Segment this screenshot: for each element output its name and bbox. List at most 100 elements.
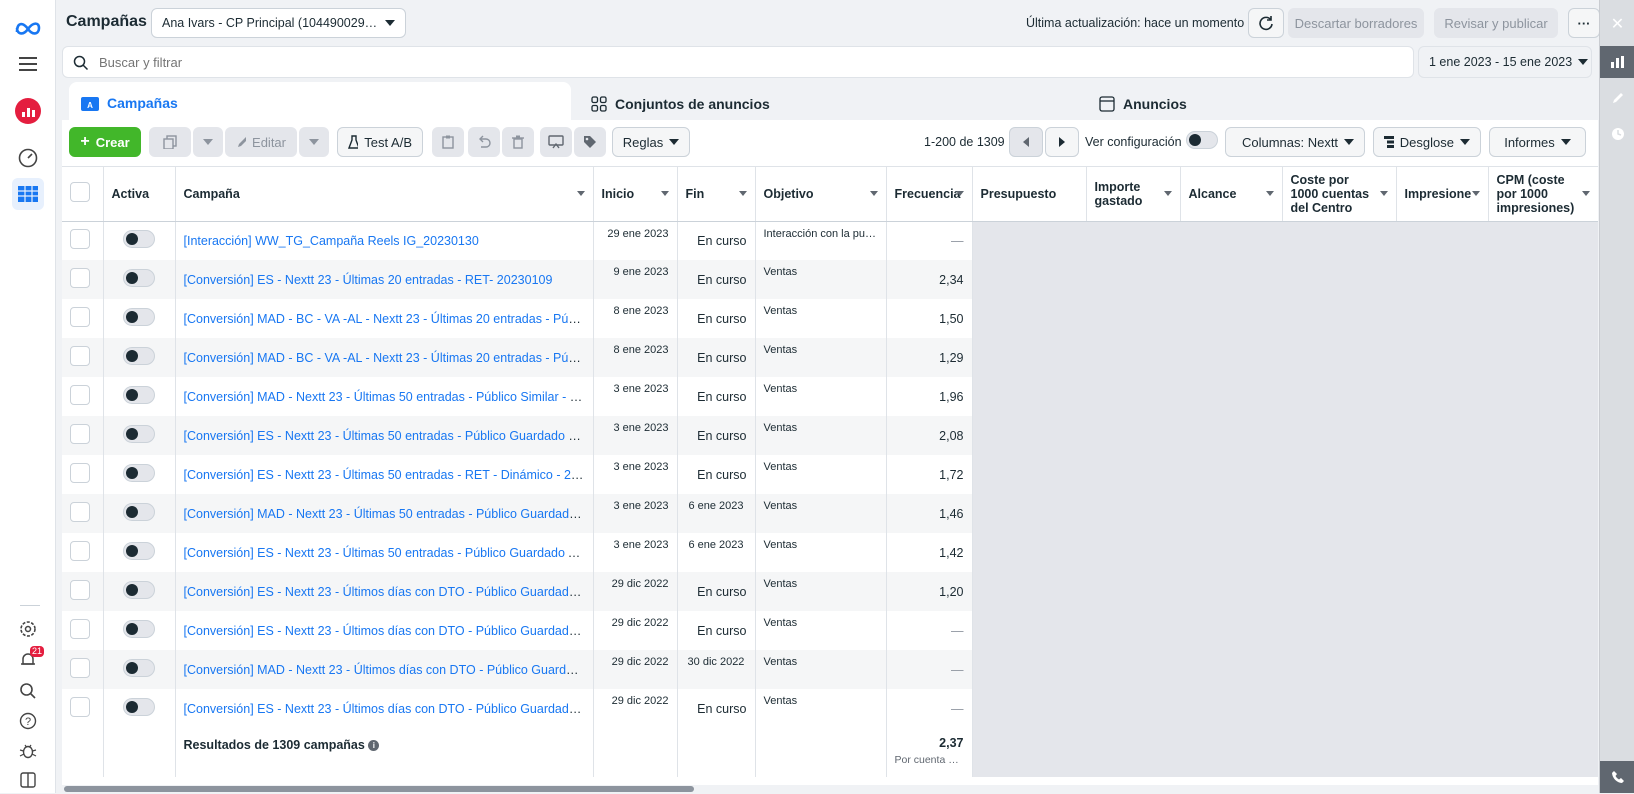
row-checkbox[interactable] [70,541,90,561]
row-checkbox[interactable] [70,307,90,327]
campaign-name-cell[interactable]: [Conversión] MAD - Nextt 23 - Últimas 50… [175,377,594,416]
row-select-cell[interactable] [62,260,104,299]
edit-button[interactable]: Editar [225,127,297,157]
col-start[interactable]: Inicio [593,167,678,222]
campaign-name-link[interactable]: [Conversión] ES - Nextt 23 - Últimas 50 … [184,468,593,482]
row-select-cell[interactable] [62,689,104,728]
row-select-cell[interactable] [62,455,104,494]
select-all-checkbox[interactable] [70,182,90,203]
campaign-name-cell[interactable]: [Conversión] ES - Nextt 23 - Últimas 50 … [175,533,594,572]
row-active-cell[interactable] [103,689,176,728]
row-checkbox[interactable] [70,424,90,444]
row-checkbox[interactable] [70,697,90,717]
active-toggle[interactable] [123,425,155,443]
bug-report-icon[interactable] [14,737,42,765]
select-all-header[interactable] [62,167,104,222]
edit-menu-button[interactable] [299,127,329,157]
columns-button[interactable]: Columnas: Nextt [1225,127,1365,157]
campaign-name-cell[interactable]: [Conversión] MAD - Nextt 23 - Últimos dí… [175,650,594,689]
row-checkbox[interactable] [70,268,90,288]
active-toggle[interactable] [123,581,155,599]
col-active[interactable]: Activa [103,167,176,222]
row-active-cell[interactable] [103,455,176,494]
sort-arrow-icon[interactable] [1265,191,1274,196]
campaign-name-cell[interactable]: [Conversión] MAD - BC - VA -AL - Nextt 2… [175,299,594,338]
row-checkbox[interactable] [70,385,90,405]
campaign-name-link[interactable]: [Conversión] ES - Nextt 23 - Últimos día… [184,624,593,638]
delete-button[interactable] [502,127,534,157]
meta-logo[interactable] [14,14,42,42]
date-range-picker[interactable]: 1 ene 2023 - 15 ene 2023 [1418,46,1592,78]
row-select-cell[interactable] [62,377,104,416]
active-toggle[interactable] [123,503,155,521]
row-checkbox[interactable] [70,658,90,678]
row-active-cell[interactable] [103,299,176,338]
undo-button[interactable] [468,127,500,157]
review-publish-button[interactable]: Revisar y publicar [1434,8,1558,38]
search-filter-bar[interactable] [62,46,1414,78]
account-selector[interactable]: Ana Ivars - CP Principal (1044900299... [151,8,406,38]
col-frequency[interactable]: Frecuencia [886,167,973,222]
sort-arrow-icon[interactable] [576,191,585,196]
campaign-name-cell[interactable]: [Conversión] MAD - Nextt 23 - Últimas 50… [175,494,594,533]
row-select-cell[interactable] [62,299,104,338]
tags-button[interactable] [574,127,606,157]
horizontal-scrollbar-track[interactable] [62,785,1598,793]
campaign-name-link[interactable]: [Conversión] ES - Nextt 23 - Últimos día… [184,585,593,599]
col-campaign[interactable]: Campaña [175,167,594,222]
campaign-name-cell[interactable]: [Conversión] ES - Nextt 23 - Últimos día… [175,572,594,611]
active-toggle[interactable] [123,386,155,404]
breakdown-button[interactable]: Desglose [1373,127,1481,157]
sort-arrow-icon[interactable] [660,191,669,196]
sort-arrow-icon[interactable] [1471,191,1480,196]
row-checkbox[interactable] [70,463,90,483]
edit-pencil-icon[interactable] [1600,82,1634,114]
row-select-cell[interactable] [62,338,104,377]
row-active-cell[interactable] [103,221,176,260]
row-active-cell[interactable] [103,377,176,416]
ab-test-button[interactable]: Test A/B [337,127,423,157]
row-active-cell[interactable] [103,533,176,572]
row-checkbox[interactable] [70,229,90,250]
dashboard-gauge-icon[interactable] [14,144,42,172]
row-active-cell[interactable] [103,260,176,299]
duplicate-button[interactable] [149,127,191,157]
tab-adsets[interactable]: Conjuntos de anuncios [579,84,1079,124]
campaign-name-link[interactable]: [Conversión] MAD - Nextt 23 - Últimas 50… [184,390,593,404]
campaign-name-cell[interactable]: [Conversión] ES - Nextt 23 - Últimos día… [175,611,594,650]
campaign-name-link[interactable]: [Interacción] WW_TG_Campaña Reels IG_202… [184,234,479,248]
history-clock-icon[interactable] [1600,118,1634,150]
col-cpm[interactable]: CPM (coste por 1000 impresiones) [1488,167,1598,222]
menu-icon[interactable] [14,50,42,78]
close-icon[interactable]: ✕ [1600,8,1634,40]
row-select-cell[interactable] [62,221,104,260]
campaign-name-link[interactable]: [Conversión] ES - Nextt 23 - Últimas 50 … [184,429,593,443]
search-input[interactable] [99,52,1399,72]
active-toggle[interactable] [123,698,155,716]
duplicate-menu-button[interactable] [193,127,223,157]
account-overview-icon[interactable] [14,97,42,125]
campaign-name-cell[interactable]: [Interacción] WW_TG_Campaña Reels IG_202… [175,221,594,260]
more-options-button[interactable]: ··· [1568,8,1600,38]
prev-page-button[interactable] [1009,127,1043,157]
col-budget[interactable]: Presupuesto [972,167,1087,222]
row-select-cell[interactable] [62,650,104,689]
horizontal-scrollbar-thumb[interactable] [64,786,694,792]
refresh-button[interactable] [1248,8,1284,38]
active-toggle[interactable] [123,659,155,677]
row-select-cell[interactable] [62,611,104,650]
create-button[interactable]: + Crear [69,127,141,157]
rules-button[interactable]: Reglas [612,127,690,157]
row-select-cell[interactable] [62,533,104,572]
sort-arrow-icon[interactable] [1581,191,1590,196]
phone-icon[interactable] [1600,761,1634,793]
sort-arrow-icon[interactable] [1379,191,1388,196]
help-icon[interactable]: ? [14,707,42,735]
campaign-name-cell[interactable]: [Conversión] ES - Nextt 23 - Últimos día… [175,689,594,728]
active-toggle[interactable] [123,347,155,365]
row-select-cell[interactable] [62,572,104,611]
info-icon[interactable]: i [368,740,380,752]
clipboard-button[interactable] [432,127,464,157]
chart-icon[interactable] [1600,46,1634,78]
tab-campaigns[interactable]: A Campañas [69,82,571,124]
